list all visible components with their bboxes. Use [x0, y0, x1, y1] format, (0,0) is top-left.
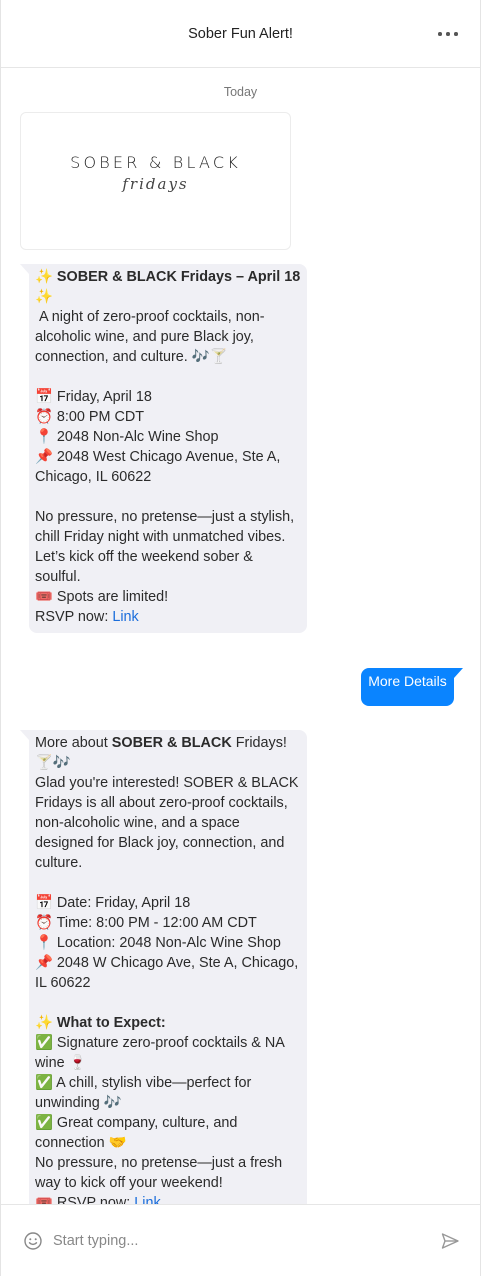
- heading-prefix: More about: [35, 735, 112, 751]
- logo-wordmark: SOBER & BLACK: [70, 153, 241, 172]
- sparkles-emoji: ✨: [35, 269, 57, 285]
- event-name: SOBER & BLACK: [111, 735, 232, 751]
- incoming-message-event-announcement: ✨ SOBER & BLACK Fridays – April 18 ✨ A n…: [20, 264, 307, 633]
- event-intro: A night of zero-proof cocktails, non-alc…: [35, 309, 265, 365]
- event-address: 📌 2048 West Chicago Avenue, Ste A, Chica…: [35, 449, 285, 485]
- spots-limited-note: 🎟️ Spots are limited!: [35, 589, 169, 605]
- send-icon[interactable]: [440, 1231, 460, 1251]
- sparkles-emoji: ✨: [35, 1015, 57, 1031]
- rsvp-line: RSVP now: Link: [35, 607, 301, 627]
- expect-item-vibe: ✅ A chill, stylish vibe—perfect for unwi…: [35, 1075, 256, 1111]
- chat-window: Sober Fun Alert! Today SOBER & BLACK fri…: [0, 0, 481, 1276]
- event-date: 📅 Friday, April 18: [35, 389, 152, 405]
- message-composer: [1, 1204, 480, 1276]
- more-options-icon[interactable]: [438, 25, 458, 43]
- event-venue: 📍 2048 Non-Alc Wine Shop: [35, 429, 219, 445]
- rsvp-link[interactable]: Link: [112, 609, 138, 625]
- chat-header: Sober Fun Alert!: [1, 0, 480, 68]
- outgoing-message-more-details[interactable]: More Details: [361, 668, 463, 706]
- expect-item-company: ✅ Great company, culture, and connection…: [35, 1115, 242, 1151]
- details-heading: More about SOBER & BLACK Fridays! 🍸🎶: [35, 733, 301, 773]
- expect-item-cocktails: ✅ Signature zero-proof cocktails & NA wi…: [35, 1035, 289, 1071]
- details-intro: Glad you're interested! SOBER & BLACK Fr…: [35, 775, 303, 871]
- date-separator: Today: [223, 85, 258, 99]
- logo-script-text: fridays: [122, 175, 189, 193]
- what-to-expect-heading: ✨ What to Expect:: [35, 1013, 301, 1033]
- details-location: 📍 Location: 2048 Non-Alc Wine Shop: [35, 935, 281, 951]
- smiley-icon[interactable]: [23, 1231, 43, 1251]
- incoming-message-event-details: More about SOBER & BLACK Fridays! 🍸🎶 Gla…: [20, 730, 307, 1204]
- expect-label: What to Expect:: [56, 1015, 166, 1031]
- dot: [454, 32, 458, 36]
- event-logo-image[interactable]: SOBER & BLACK fridays: [20, 112, 291, 250]
- details-date: 📅 Date: Friday, April 18: [35, 895, 191, 911]
- details-time: ⏰ Time: 8:00 PM - 12:00 AM CDT: [35, 915, 257, 931]
- message-title: ✨ SOBER & BLACK Fridays – April 18 ✨: [35, 267, 301, 307]
- rsvp-label: RSVP now:: [35, 609, 113, 625]
- event-time: ⏰ 8:00 PM CDT: [35, 409, 145, 425]
- event-description: No pressure, no pretense—just a stylish,…: [35, 509, 299, 585]
- details-address: 📌 2048 W Chicago Ave, Ste A, Chicago, IL…: [35, 955, 303, 991]
- message-input[interactable]: [53, 1227, 413, 1255]
- details-rsvp-link[interactable]: Link: [134, 1195, 160, 1204]
- dot: [446, 32, 450, 36]
- event-title: SOBER & BLACK Fridays – April 18: [56, 269, 301, 285]
- rsvp-label: 🎟️ RSVP now:: [35, 1195, 135, 1204]
- details-closing: No pressure, no pretense—just a fresh wa…: [35, 1155, 287, 1191]
- details-rsvp-line: 🎟️ RSVP now: Link: [35, 1193, 301, 1204]
- message-thread[interactable]: Today SOBER & BLACK fridays ✨ SOBER & BL…: [1, 68, 480, 1204]
- chat-title: Sober Fun Alert!: [188, 26, 293, 42]
- dot: [438, 32, 442, 36]
